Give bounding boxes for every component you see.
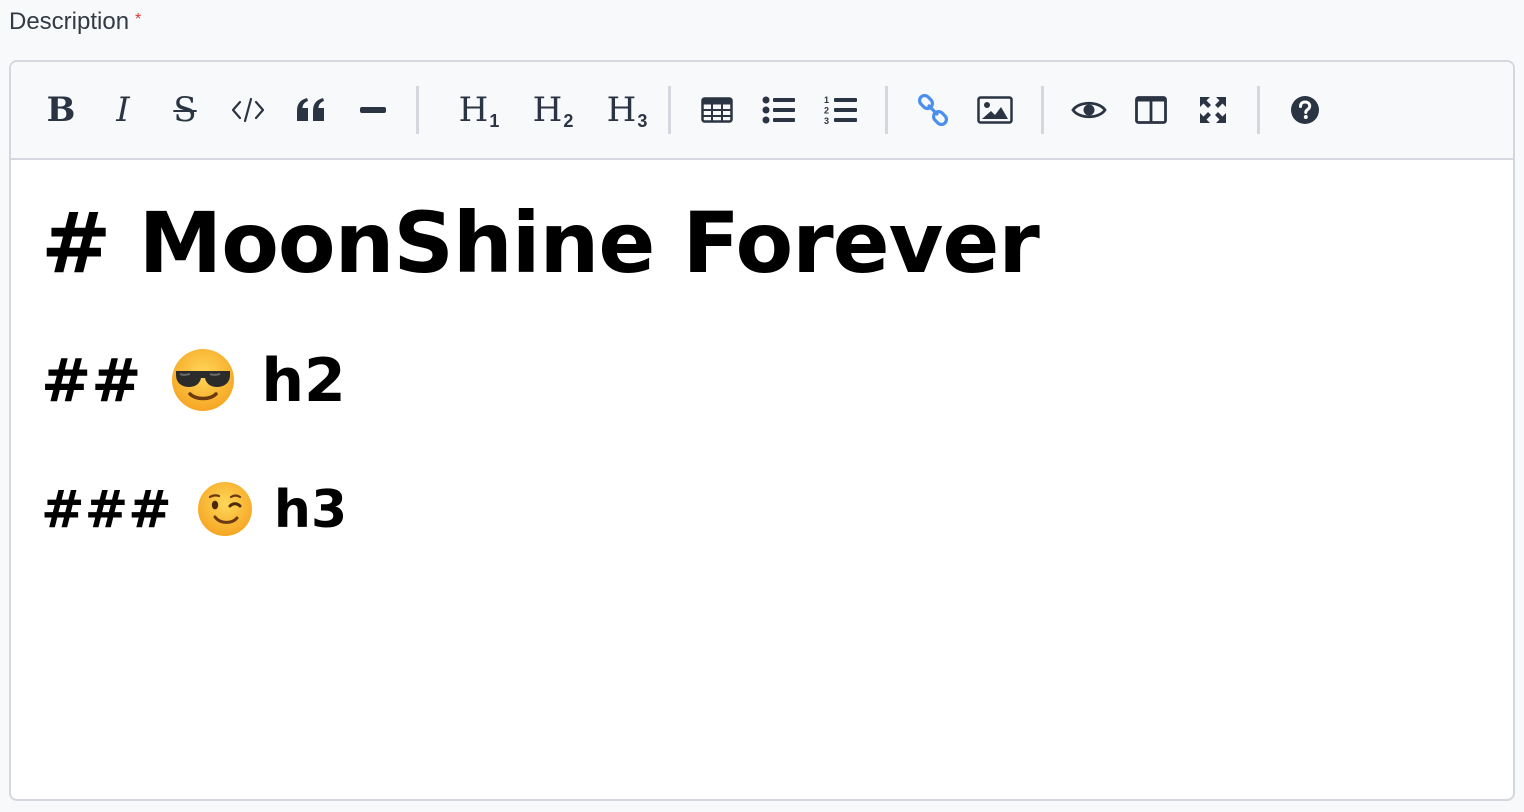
heading-2-letter: H (532, 90, 563, 130)
heading-3-number: 3 (637, 111, 648, 131)
h2-prefix: ## (41, 346, 163, 416)
heading-2-number: 2 (563, 111, 574, 131)
content-line-h2: ## h2 (41, 346, 346, 417)
quote-button[interactable] (289, 88, 333, 132)
unordered-list-button[interactable] (757, 88, 801, 132)
field-label: Description * (9, 6, 141, 38)
heading-1-letter: H (458, 90, 489, 130)
table-icon (701, 97, 733, 123)
winking-face-icon (197, 482, 252, 536)
preview-button[interactable] (1067, 88, 1111, 132)
content-line-h3: ### h3 (41, 478, 347, 542)
preview-icon (1071, 101, 1107, 119)
fullscreen-button[interactable] (1191, 88, 1235, 132)
link-icon (917, 94, 949, 126)
heading-3-button[interactable]: H3 (597, 88, 657, 132)
help-icon (1291, 96, 1319, 124)
svg-text:3: 3 (824, 116, 829, 126)
svg-text:1: 1 (824, 95, 829, 105)
heading-2-icon: H2 (532, 90, 574, 130)
link-button[interactable] (911, 88, 955, 132)
heading-3-letter: H (606, 90, 637, 130)
code-icon (231, 97, 265, 123)
italic-icon: I (116, 90, 130, 130)
h3-suffix: h3 (255, 480, 348, 540)
toolbar-separator (1257, 86, 1260, 134)
heading-1-number: 1 (489, 111, 500, 131)
help-button[interactable] (1283, 88, 1327, 132)
ordered-list-icon: 1 2 3 (824, 95, 857, 126)
heading-2-button[interactable]: H2 (523, 88, 583, 132)
toolbar-separator (1041, 86, 1044, 134)
italic-button[interactable]: I (101, 88, 145, 132)
horizontal-rule-button[interactable] (351, 88, 395, 132)
toolbar-separator (416, 86, 419, 134)
image-icon (977, 96, 1013, 124)
heading-3-icon: H3 (606, 90, 648, 130)
unordered-list-icon (762, 96, 795, 124)
strikethrough-button[interactable]: S (163, 88, 207, 132)
quote-icon (297, 98, 324, 121)
side-by-side-icon (1135, 96, 1167, 124)
toolbar-separator (885, 86, 888, 134)
heading-1-button[interactable]: H1 (449, 88, 509, 132)
ordered-list-button[interactable]: 1 2 3 (819, 88, 863, 132)
bold-button[interactable]: B (39, 88, 83, 132)
smiling-face-with-sunglasses-icon (172, 349, 235, 412)
content-line-h1: # MoonShine Forever (41, 194, 1040, 292)
strikethrough-icon: S (173, 90, 197, 130)
editor-content[interactable]: # MoonShine Forever ## h2 ### h3 (11, 162, 1513, 799)
editor-toolbar: B I S H1 H2 H3 1 2 3 (11, 62, 1513, 160)
h2-suffix: h2 (240, 346, 346, 416)
field-label-text: Description (9, 8, 130, 35)
bold-icon: B (46, 90, 76, 130)
svg-text:2: 2 (824, 106, 829, 116)
code-button[interactable] (226, 88, 270, 132)
table-button[interactable] (695, 88, 739, 132)
heading-1-icon: H1 (458, 90, 500, 130)
fullscreen-icon (1200, 97, 1226, 123)
toolbar-separator (668, 86, 671, 134)
image-button[interactable] (973, 88, 1017, 132)
h3-prefix: ### (41, 480, 190, 540)
required-marker: * (135, 11, 142, 28)
side-by-side-button[interactable] (1129, 88, 1173, 132)
horizontal-rule-icon (360, 107, 386, 113)
markdown-editor: B I S H1 H2 H3 1 2 3 # MoonShine Forever… (9, 60, 1515, 801)
